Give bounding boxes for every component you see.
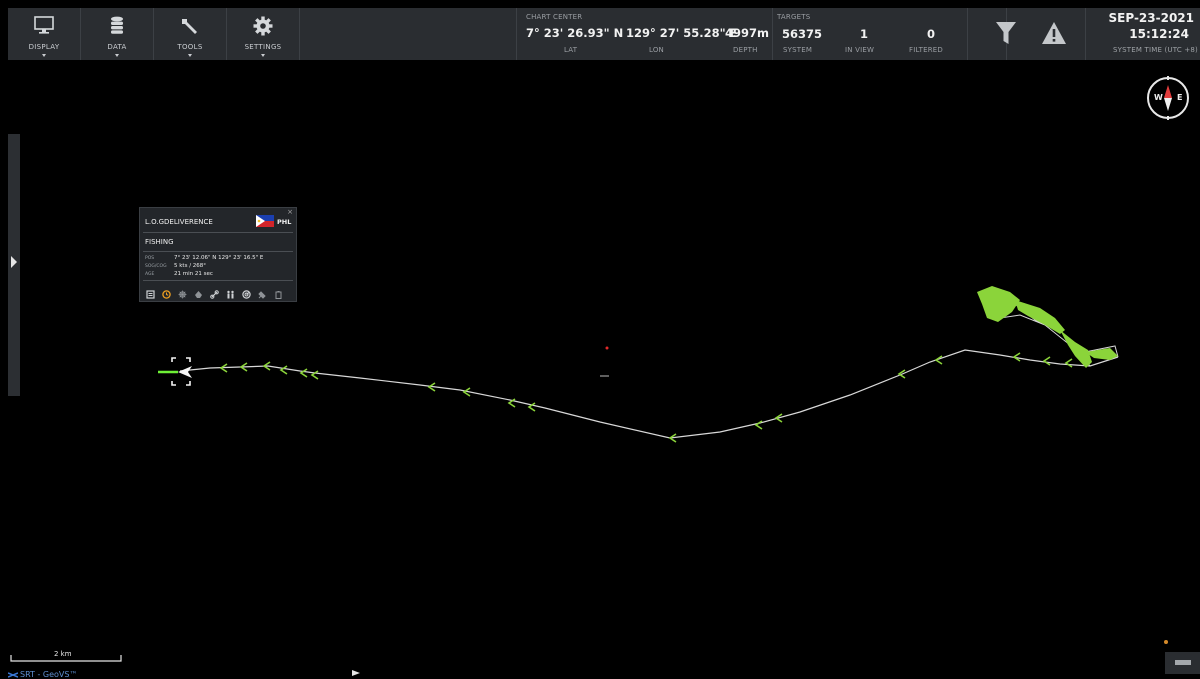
sog-cog-label: SOG/COG bbox=[145, 264, 167, 269]
divider bbox=[143, 232, 293, 233]
vessel-position: 7° 23' 12.06" N 129° 23' 16.5" E bbox=[174, 254, 264, 261]
map-scale-bar: 2 km bbox=[10, 650, 122, 662]
satellite-icon[interactable] bbox=[258, 290, 267, 299]
map-canvas[interactable] bbox=[0, 0, 1200, 679]
divider bbox=[143, 251, 293, 252]
vessel-marker[interactable] bbox=[158, 357, 192, 386]
flag-philippines-icon bbox=[256, 215, 274, 227]
chart-center-marker bbox=[600, 346, 609, 377]
vessel-name: L.O.GDELIVERENCE bbox=[145, 218, 213, 226]
clock-icon[interactable] bbox=[162, 290, 171, 299]
footer-brand: SRT - GeoVS™ bbox=[8, 670, 138, 679]
brand-logo-icon bbox=[8, 672, 18, 678]
crew-icon[interactable] bbox=[226, 290, 235, 299]
vessel-age: 21 min 21 sec bbox=[174, 270, 213, 277]
scale-bar bbox=[10, 655, 122, 662]
footer-brand-text: SRT - GeoVS™ bbox=[20, 670, 78, 679]
vessel-type: FISHING bbox=[145, 238, 174, 246]
pos-label: POS bbox=[145, 256, 155, 261]
link-icon[interactable] bbox=[210, 290, 219, 299]
vessel-flag-code: PHL bbox=[277, 218, 292, 226]
details-icon[interactable] bbox=[146, 290, 155, 299]
vessel-sog-cog: 5 kts / 268° bbox=[174, 262, 207, 269]
play-icon[interactable] bbox=[352, 670, 360, 676]
close-icon[interactable]: × bbox=[287, 208, 293, 216]
vessel-shape-icon[interactable] bbox=[194, 290, 203, 299]
vessel-info-popup: × L.O.GDELIVERENCE PHL FISHING POS 7° 23… bbox=[139, 207, 297, 302]
track-heading-markers bbox=[219, 352, 1073, 443]
vessel-track bbox=[179, 349, 1119, 439]
minimap-toggle[interactable] bbox=[1165, 652, 1200, 674]
divider bbox=[143, 280, 293, 281]
minimize-icon bbox=[1175, 660, 1191, 665]
battery-icon[interactable] bbox=[274, 290, 283, 299]
status-dot bbox=[1164, 640, 1168, 644]
age-label: AGE bbox=[145, 272, 155, 277]
helm-icon[interactable] bbox=[178, 290, 187, 299]
radar-icon[interactable] bbox=[242, 290, 251, 299]
